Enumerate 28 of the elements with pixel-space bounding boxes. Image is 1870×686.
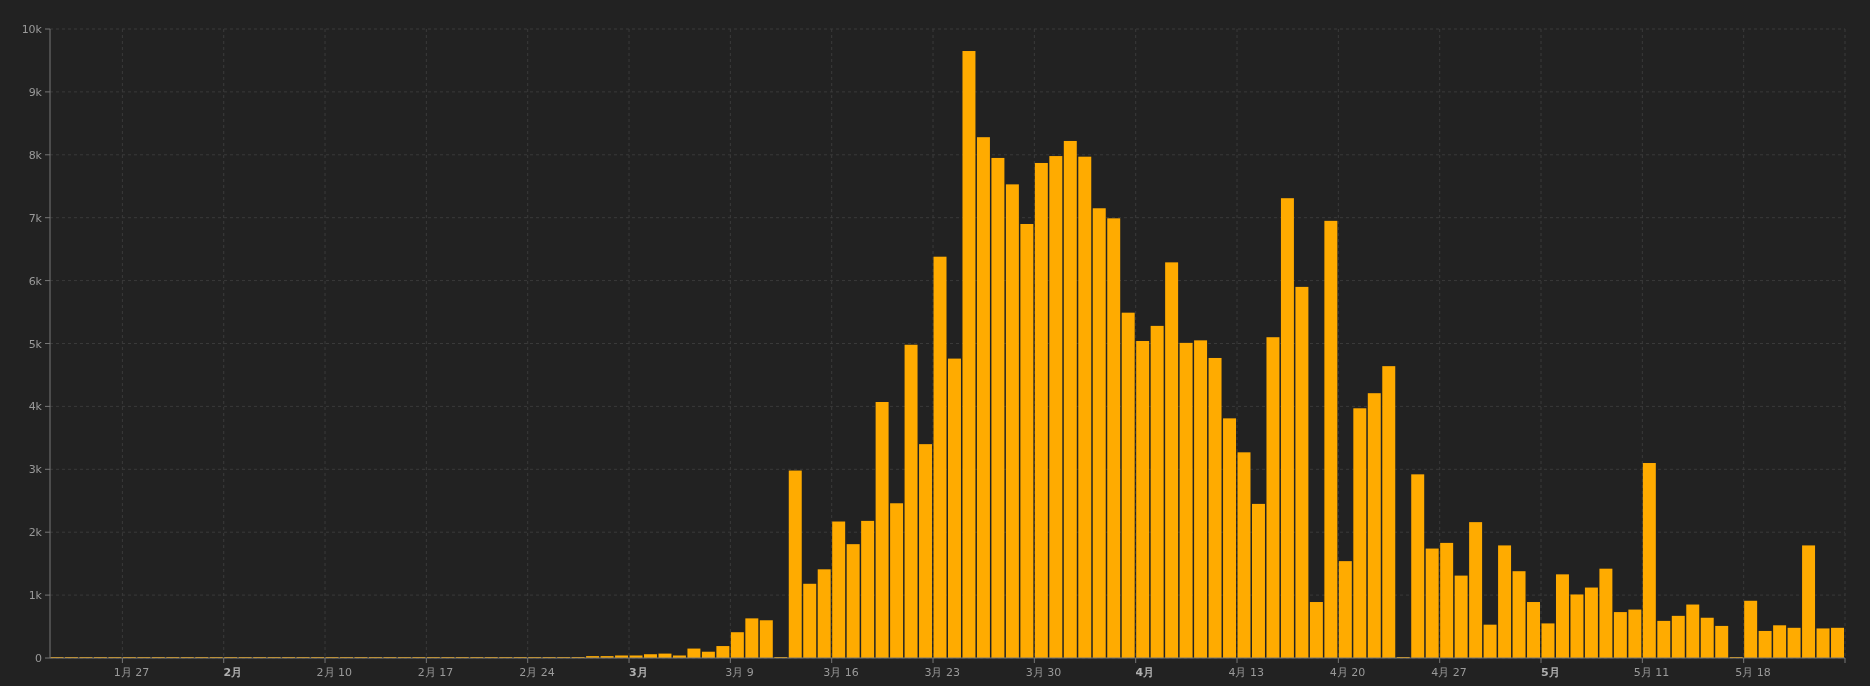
x-tick-label: 3月 23	[924, 666, 960, 679]
y-tick-label: 1k	[28, 589, 42, 603]
x-tick-label: 5月 11	[1633, 666, 1670, 679]
y-tick-label: 4k	[28, 400, 42, 414]
x-tick-label: 2月	[223, 666, 243, 679]
y-tick-label: 0	[35, 652, 42, 665]
x-tick-label: 4月 20	[1329, 666, 1366, 679]
y-tick-label: 9k	[28, 85, 42, 99]
y-tick-label: 5k	[28, 337, 42, 351]
x-tick-label: 4月	[1135, 666, 1155, 679]
x-tick-label: 1月 27	[113, 666, 150, 679]
y-tick-label: 3k	[28, 463, 42, 477]
x-tick-label: 3月	[628, 666, 648, 679]
x-tick-label: 3月 9	[725, 666, 754, 679]
y-tick-label: 2k	[28, 526, 42, 540]
y-tick-label: 8k	[28, 148, 42, 162]
x-tick-label: 2月 10	[316, 666, 353, 679]
x-tick-label: 3月 16	[823, 666, 859, 679]
x-tick-label: 4月 27	[1431, 666, 1467, 679]
x-tick-label: 5月 18	[1735, 666, 1771, 679]
y-tick-label: 10k	[21, 23, 42, 36]
x-tick-label: 5月	[1540, 666, 1560, 679]
y-tick-label: 6k	[28, 274, 42, 288]
x-tick-label: 2月 24	[519, 666, 555, 679]
y-tick-label: 7k	[28, 211, 42, 225]
x-tick-label: 3月 30	[1025, 666, 1062, 679]
x-tick-label: 4月 13	[1228, 666, 1264, 679]
x-tick-label: 2月 17	[417, 666, 454, 679]
